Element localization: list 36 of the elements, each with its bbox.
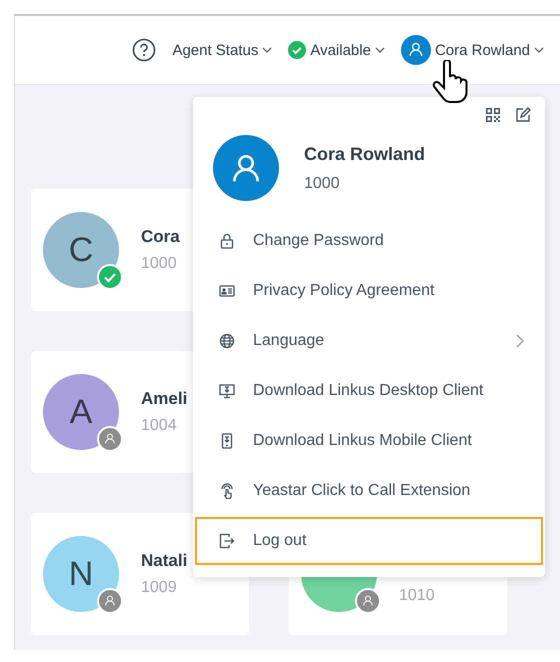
contact-name: Ameli: [141, 389, 188, 409]
menu-item-label: Change Password: [253, 232, 384, 250]
chevron-down-icon: [534, 46, 544, 54]
user-menu[interactable]: Cora Rowland: [400, 35, 544, 65]
edit-icon[interactable]: [515, 107, 531, 123]
chevron-down-icon: [374, 46, 385, 54]
contact-name: Cora: [141, 227, 180, 247]
avatar-icon: [400, 35, 431, 65]
status-label: Available: [310, 42, 371, 58]
contact-extension: 1010: [399, 587, 435, 605]
status-menu[interactable]: Available: [288, 41, 385, 59]
profile-extension: 1000: [304, 174, 341, 192]
menu-item-label: Yeastar Click to Call Extension: [253, 482, 470, 500]
globe-icon: [219, 333, 235, 349]
contact-extension: 1004: [141, 417, 178, 435]
menu-item-label: Language: [253, 332, 324, 350]
chevron-right-icon: [515, 334, 525, 348]
touch-icon: [219, 483, 235, 499]
help-icon[interactable]: [132, 38, 156, 62]
lock-icon: [219, 233, 235, 249]
menu-item-label: Download Linkus Desktop Client: [253, 382, 484, 400]
contact-name: Natali: [141, 551, 188, 571]
id-card-icon: [219, 283, 235, 299]
chevron-down-icon: [262, 46, 272, 54]
contact-extension: 1000: [141, 255, 178, 273]
menu-item-label: Download Linkus Mobile Client: [253, 432, 472, 450]
logout-icon: [219, 533, 235, 549]
user-name: Cora Rowland: [434, 42, 530, 58]
menu-item[interactable]: Log out: [195, 517, 543, 565]
mobile-download-icon: [219, 433, 235, 449]
qr-code-icon[interactable]: [485, 107, 501, 123]
profile-name: Cora Rowland: [304, 144, 426, 164]
desktop-download-icon: [219, 383, 235, 399]
menu-item-label: Log out: [253, 532, 306, 550]
contact-extension: 1009: [141, 579, 178, 597]
menu-item-label: Privacy Policy Agreement: [253, 282, 434, 300]
